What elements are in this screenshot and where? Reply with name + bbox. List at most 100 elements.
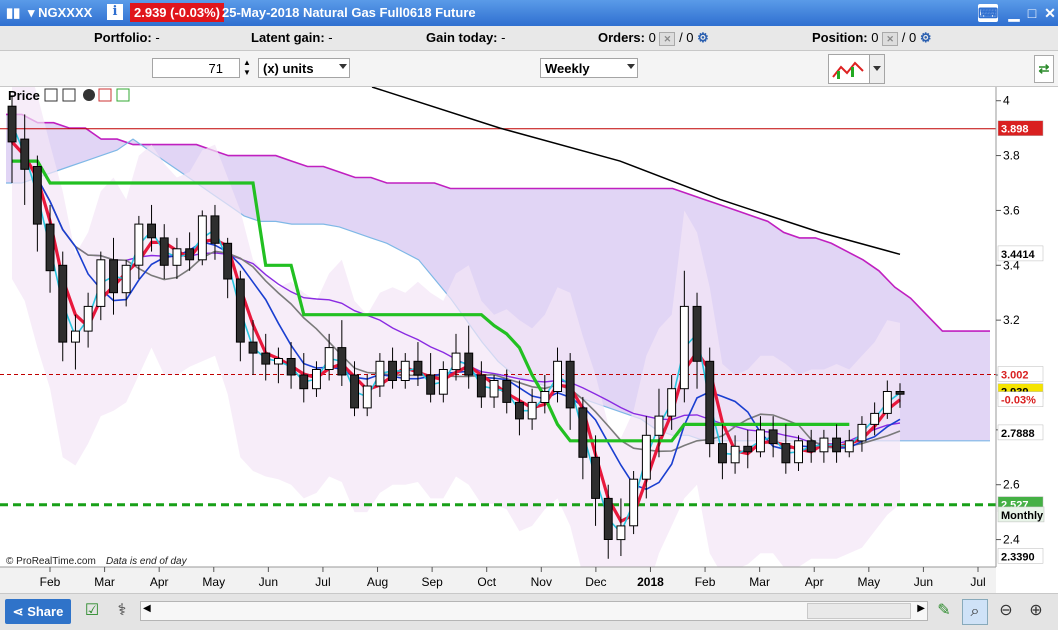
candle-body [654, 415, 664, 436]
account-summary-bar: Portfolio: - Latent gain: - Gain today: … [0, 26, 1058, 51]
candle-body [210, 215, 220, 244]
candle-body [147, 223, 157, 239]
units-select[interactable]: (x) units [258, 58, 350, 78]
candle-body [667, 388, 677, 417]
candle-body [235, 278, 245, 343]
indicator-icon[interactable]: ⚕ [110, 599, 134, 623]
candle-body [134, 223, 144, 266]
candle-body [71, 330, 80, 343]
candle-body [274, 358, 283, 365]
candle-body [730, 445, 740, 464]
chart-type-icon[interactable]: ▮▮ [6, 5, 20, 21]
scroll-right-icon[interactable]: ▶ [917, 603, 925, 614]
chevron-down-icon [873, 66, 881, 71]
chart-style-button[interactable] [828, 54, 870, 84]
chart-svg: 43.83.63.43.232.82.62.43.8983.44143.0022… [0, 34, 1058, 630]
x-tick-label: May [857, 575, 880, 589]
symbol-dropdown[interactable]: ▾ NGXXXX [28, 5, 92, 21]
price-chart[interactable]: 43.83.63.43.232.82.62.43.8983.44143.0022… [0, 34, 1058, 630]
candle-body [20, 138, 30, 170]
candle-body [172, 248, 182, 266]
price-badge: 2.939 (-0.03%) [130, 3, 224, 22]
chart-scrollbar[interactable]: ◀ ▶ [140, 601, 928, 621]
x-tick-label: Nov [531, 575, 552, 589]
position-cancel-icon[interactable]: ✕ [882, 31, 899, 46]
latent-gain-label: Latent gain: [251, 30, 325, 45]
y-tick-label: 2.4 [1003, 533, 1020, 547]
side-panel-toggle-icon[interactable]: ⇄ [1034, 55, 1054, 83]
x-tick-label: Oct [477, 575, 496, 589]
candle-body [578, 407, 588, 458]
orders-total: / 0 [679, 30, 694, 45]
x-tick-label: Sep [421, 575, 443, 589]
checklist-icon[interactable]: ☑ [80, 599, 104, 623]
candle-body [223, 242, 233, 280]
price-label-text: 3.4414 [1001, 249, 1036, 261]
orders-settings-icon[interactable]: ⚙ [697, 30, 709, 45]
candle-body [388, 360, 398, 381]
x-tick-label: Mar [94, 575, 115, 589]
orders-value: 0 [648, 30, 656, 45]
candle-body [312, 369, 321, 390]
candle-body [426, 374, 436, 395]
eod-note: Data is end of day [106, 556, 188, 567]
candle-body [96, 259, 106, 307]
zoom-in-icon[interactable]: ⊕ [1024, 599, 1048, 623]
candle-body [679, 305, 689, 390]
instrument-description: 25-May-2018 Natural Gas Full0618 Future [222, 5, 476, 20]
candle-body [882, 391, 892, 414]
x-tick-label: 2018 [637, 575, 664, 589]
candle-body [515, 401, 524, 420]
portfolio-field: Portfolio: - [94, 30, 160, 45]
copyright-label: © ProRealTime.com [6, 556, 96, 567]
candle-body [781, 443, 791, 464]
drawing-tools-icon[interactable]: ✎ [932, 599, 956, 623]
info-icon[interactable]: i [107, 4, 123, 20]
candle-body [591, 456, 600, 499]
portfolio-value: - [155, 30, 160, 45]
gain-today-value: - [501, 30, 506, 45]
panel-title: Price [8, 88, 40, 103]
remove-icon [83, 89, 95, 101]
latent-gain-value: - [328, 30, 333, 45]
chart-style-icon [832, 61, 864, 79]
candle-body [692, 305, 702, 362]
scrollbar-thumb[interactable] [807, 603, 911, 619]
quantity-stepper[interactable]: ▲ ▼ [240, 58, 254, 78]
minimize-icon[interactable]: ▁ [1004, 4, 1024, 22]
candle-body [337, 347, 347, 376]
gain-today-field: Gain today: - [426, 30, 505, 45]
keyboard-icon[interactable]: ⌨ [978, 4, 998, 22]
candle-body [756, 429, 765, 453]
price-label-text: Monthly [1001, 510, 1044, 522]
candle-body [870, 412, 880, 425]
share-button[interactable]: ⋖ Share [5, 599, 71, 624]
candle-body [83, 305, 93, 332]
close-icon[interactable]: ✕ [1040, 4, 1058, 22]
candle-body [489, 380, 499, 398]
candle-body [743, 445, 753, 453]
orders-cancel-icon[interactable]: ✕ [659, 31, 676, 46]
candle-body [350, 374, 360, 409]
x-tick-label: Feb [695, 575, 716, 589]
title-bar: ▮▮ ▾ NGXXXX i 2.939 (-0.03%) 25-May-2018… [0, 0, 1058, 26]
candle-body [641, 434, 651, 480]
orders-label: Orders: [598, 30, 645, 45]
quantity-input[interactable]: 71 [152, 58, 240, 78]
share-label: Share [27, 604, 64, 619]
chevron-down-icon [339, 64, 347, 69]
position-settings-icon[interactable]: ⚙ [920, 30, 932, 45]
maximize-icon[interactable]: □ [1022, 4, 1042, 22]
y-tick-label: 3.6 [1003, 203, 1020, 217]
zoom-out-icon[interactable]: ⊖ [994, 599, 1018, 623]
scroll-left-icon[interactable]: ◀ [143, 603, 151, 614]
price-label-text: 3.898 [1001, 124, 1029, 136]
chart-style-dropdown[interactable] [869, 54, 885, 84]
portfolio-label: Portfolio: [94, 30, 152, 45]
period-select[interactable]: Weekly [540, 58, 638, 78]
candle-body [527, 401, 537, 420]
zoom-select-icon[interactable]: ⌕ [962, 599, 988, 625]
orders-field: Orders: 0 ✕ / 0 ⚙ [598, 30, 709, 46]
candle-body [375, 360, 385, 387]
candle-body [819, 437, 829, 453]
